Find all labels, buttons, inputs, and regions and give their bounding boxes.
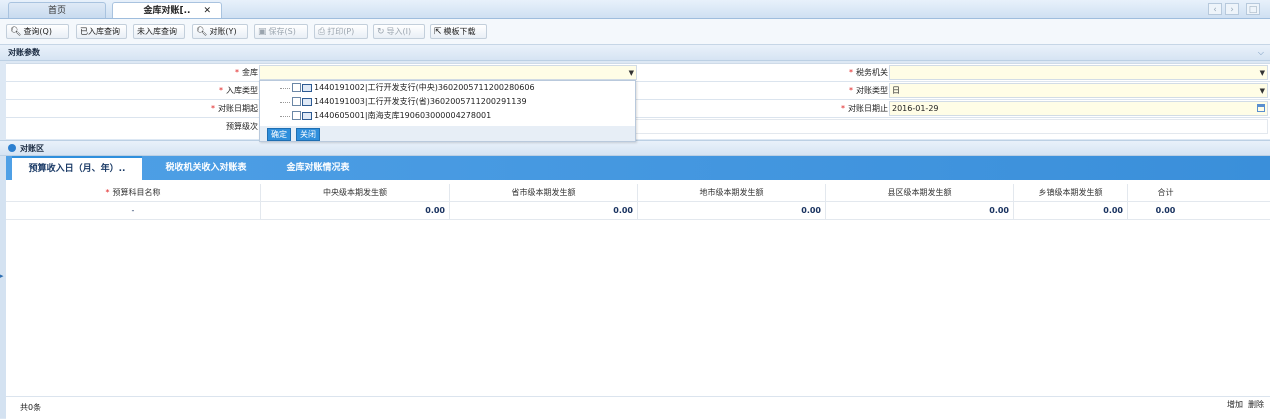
entry-type-label: * 入库类型 bbox=[219, 86, 258, 95]
recon-type-label: * 对账类型 bbox=[849, 86, 888, 95]
close-button[interactable]: 关闭 bbox=[296, 128, 320, 141]
tab-budget-income[interactable]: 预算收入日（月、年）.. bbox=[12, 156, 142, 180]
form-row: 预算级次 bbox=[6, 118, 1270, 135]
page-tab-bar: 首页 金库对账[.. ✕ ‹ › □ bbox=[0, 0, 1270, 19]
dropdown-arrow-icon[interactable]: ▼ bbox=[1260, 84, 1265, 98]
checkbox-icon[interactable] bbox=[292, 83, 301, 92]
stored-query-button[interactable]: 已入库查询 bbox=[76, 24, 127, 39]
date-start-label: * 对账日期起 bbox=[211, 104, 258, 113]
save-label: 保存(S) bbox=[268, 27, 296, 36]
tab-treasury-reconcile[interactable]: 金库对账[.. ✕ bbox=[112, 2, 222, 18]
collapse-chevron-icon[interactable]: ⌵ bbox=[1258, 45, 1264, 61]
export-icon: ⇱ bbox=[434, 27, 442, 37]
save-icon: ▣ bbox=[258, 27, 267, 37]
recon-type-select[interactable]: 日 ▼ bbox=[889, 83, 1268, 98]
unstored-query-button[interactable]: 未入库查询 bbox=[133, 24, 185, 39]
dropdown-arrow-icon[interactable]: ▼ bbox=[1260, 66, 1265, 80]
save-button[interactable]: ▣ 保存(S) bbox=[254, 24, 308, 39]
tax-office-label: * 税务机关 bbox=[849, 68, 888, 77]
toolbar: 🔍︎ 查询(Q) 已入库查询 未入库查询 🔍︎ 对账(Y) ▣ 保存(S) ⎙ 打印(P… bbox=[0, 19, 1270, 45]
column-header[interactable]: 中央级本期发生额 bbox=[261, 184, 450, 201]
date-end-input[interactable]: 2016-01-29 bbox=[889, 101, 1268, 116]
print-button[interactable]: ⎙ 打印(P) bbox=[314, 24, 368, 39]
close-tab-icon[interactable]: ✕ bbox=[203, 3, 211, 19]
column-header[interactable]: 省市级本期发生额 bbox=[450, 184, 638, 201]
treasury-option[interactable]: 1440191002|工行开发支行(中央)3602005711200280606 bbox=[280, 82, 535, 94]
table-cell: 0.00 bbox=[261, 202, 450, 219]
maximize-icon[interactable]: □ bbox=[1246, 3, 1260, 15]
import-label: 导入(I) bbox=[386, 27, 412, 36]
calendar-icon[interactable] bbox=[1257, 104, 1265, 112]
table-cell: 0.00 bbox=[1155, 206, 1176, 215]
table-cell: 0.00 bbox=[1014, 202, 1128, 219]
tab-treasury-status[interactable]: 金库对账情况表 bbox=[268, 156, 368, 180]
reconcile-label: 对账(Y) bbox=[209, 27, 237, 36]
grid-footer: 共0条 增加 删除 bbox=[6, 396, 1270, 419]
expand-arrow-icon[interactable]: ▸ bbox=[0, 272, 4, 280]
form-row: * 入库类型 * 对账类型 日 ▼ bbox=[6, 82, 1270, 100]
column-header[interactable]: 乡镇级本期发生额 bbox=[1014, 184, 1128, 201]
table-cell: 0.00 bbox=[826, 202, 1014, 219]
reconcile-button[interactable]: 🔍︎ 对账(Y) bbox=[192, 24, 248, 39]
template-download-label: 模板下载 bbox=[443, 27, 476, 36]
print-label: 打印(P) bbox=[327, 27, 355, 36]
params-section-title: 对账参数 bbox=[8, 48, 40, 57]
table-cell: 0.00 bbox=[638, 202, 826, 219]
form-row: * 金库 ▼ * 税务机关 ▼ bbox=[6, 64, 1270, 82]
template-download-button[interactable]: ⇱ 模板下载 bbox=[430, 24, 487, 39]
search-icon: 🔍︎ bbox=[10, 27, 22, 37]
column-header[interactable]: * 预算科目名称 bbox=[6, 184, 261, 201]
node-icon bbox=[302, 111, 312, 120]
node-icon bbox=[302, 97, 312, 106]
search-icon: 🔍︎ bbox=[196, 27, 208, 37]
budget-level-label: 预算级次 bbox=[226, 122, 258, 131]
import-button[interactable]: ↻ 导入(I) bbox=[373, 24, 425, 39]
checkbox-icon[interactable] bbox=[292, 111, 301, 120]
treasury-dropdown-list: 1440191002|工行开发支行(中央)3602005711200280606… bbox=[259, 80, 636, 142]
delete-button[interactable]: 删除 bbox=[1248, 399, 1264, 410]
params-form: * 金库 ▼ * 税务机关 ▼ * 入库类型 * 对账类型 日 ▼ * 对账日期起 * 对账日… bbox=[6, 63, 1270, 139]
table-cell: 0.00 bbox=[450, 202, 638, 219]
recon-area-header[interactable]: 对账区 bbox=[0, 140, 1270, 156]
recon-tab-strip: 预算收入日（月、年）.. 税收机关收入对账表 金库对账情况表 bbox=[6, 156, 1270, 180]
treasury-label: * 金库 bbox=[235, 68, 258, 77]
scroll-left-icon[interactable]: ‹ bbox=[1208, 3, 1222, 15]
add-button[interactable]: 增加 bbox=[1227, 399, 1243, 410]
treasury-select[interactable]: ▼ bbox=[259, 65, 637, 80]
recon-area-title: 对账区 bbox=[20, 144, 44, 153]
form-row: * 对账日期起 * 对账日期止 2016-01-29 bbox=[6, 100, 1270, 118]
table-cell: - bbox=[6, 202, 261, 219]
checkbox-icon[interactable] bbox=[292, 97, 301, 106]
table-row[interactable]: - 0.00 0.00 0.00 0.00 0.00 0.00 bbox=[6, 202, 1270, 220]
dropdown-arrow-icon[interactable]: ▼ bbox=[629, 66, 634, 80]
recon-panel: 预算收入日（月、年）.. 税收机关收入对账表 金库对账情况表 * 预算科目名称 中… bbox=[6, 156, 1270, 419]
query-button[interactable]: 🔍︎ 查询(Q) bbox=[6, 24, 69, 39]
refresh-icon: ↻ bbox=[377, 27, 385, 37]
scroll-right-icon[interactable]: › bbox=[1225, 3, 1239, 15]
params-section-header[interactable]: 对账参数 ⌵ bbox=[0, 45, 1270, 61]
record-count: 共0条 bbox=[20, 403, 42, 412]
node-icon bbox=[302, 83, 312, 92]
tax-office-select[interactable]: ▼ bbox=[889, 65, 1268, 80]
query-label: 查询(Q) bbox=[23, 27, 52, 36]
treasury-option[interactable]: 1440191003|工行开发支行(省)3602005711200291139 bbox=[280, 96, 527, 108]
stored-query-label: 已入库查询 bbox=[80, 27, 120, 36]
tab-treasury-reconcile-label: 金库对账[.. bbox=[143, 6, 191, 16]
tab-tax-office-income[interactable]: 税收机关收入对账表 bbox=[146, 156, 266, 180]
date-end-label: * 对账日期止 bbox=[841, 104, 888, 113]
unstored-query-label: 未入库查询 bbox=[137, 27, 177, 36]
print-icon: ⎙ bbox=[318, 27, 326, 37]
table-header-row: * 预算科目名称 中央级本期发生额 省市级本期发生额 地市级本期发生额 县区级本期… bbox=[6, 184, 1270, 202]
column-header[interactable]: 合计 bbox=[1128, 184, 1203, 201]
column-header[interactable]: 地市级本期发生额 bbox=[638, 184, 826, 201]
treasury-option[interactable]: 1440605001|南海支库190603000004278001 bbox=[280, 110, 491, 122]
confirm-button[interactable]: 确定 bbox=[267, 128, 291, 141]
dropdown-footer: 确定 关闭 bbox=[260, 126, 635, 141]
column-header[interactable]: 县区级本期发生额 bbox=[826, 184, 1014, 201]
expand-icon[interactable] bbox=[8, 144, 16, 152]
tab-home[interactable]: 首页 bbox=[8, 2, 106, 18]
tab-home-label: 首页 bbox=[47, 6, 66, 16]
